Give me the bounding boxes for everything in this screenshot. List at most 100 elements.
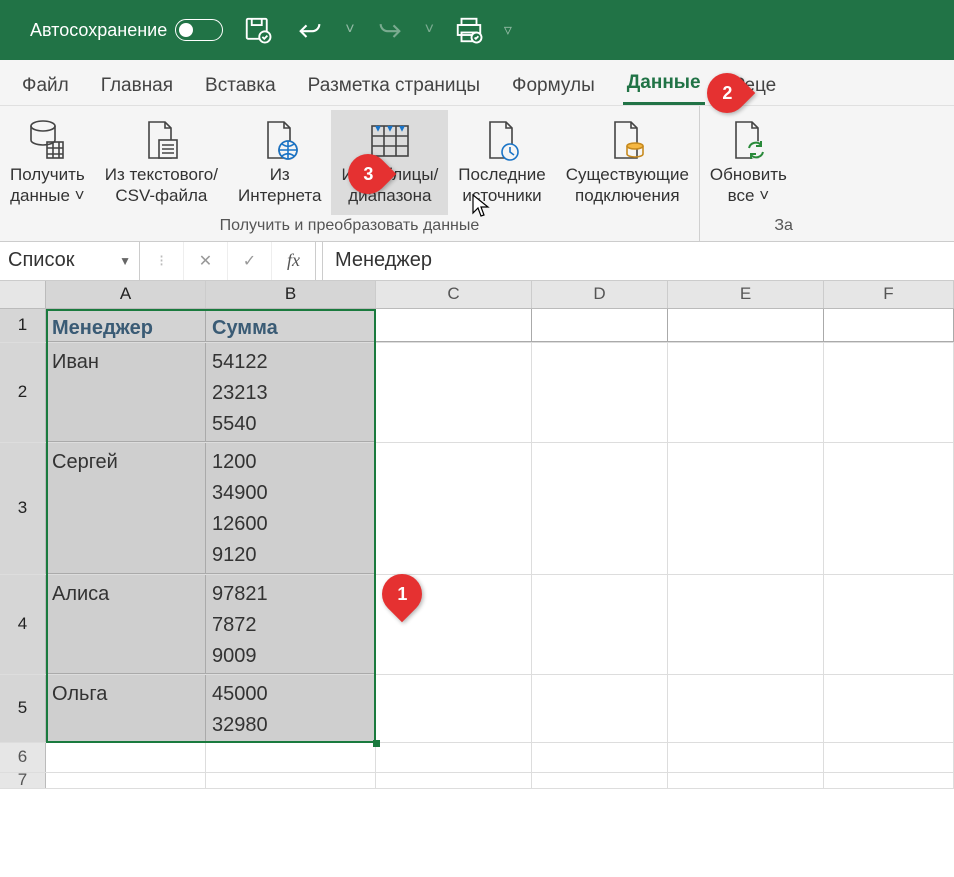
cell[interactable] (824, 309, 954, 342)
cell[interactable] (376, 743, 532, 772)
tab-formulas[interactable]: Формулы (508, 65, 599, 105)
cell[interactable] (668, 443, 824, 574)
database-icon (27, 116, 67, 164)
grid-row: 5Ольга45000 32980 (0, 675, 954, 743)
cell[interactable]: 1200 34900 12600 9120 (206, 443, 376, 574)
ribbon: Получить данные ˅ Из текстового/ CSV-фай… (0, 106, 954, 241)
dropdown-icon[interactable]: ˅ (345, 21, 354, 39)
cell[interactable] (824, 773, 954, 788)
cell[interactable] (668, 743, 824, 772)
cell[interactable] (46, 773, 206, 788)
from-web-button[interactable]: Из Интернета (228, 110, 331, 215)
cell[interactable] (532, 743, 668, 772)
col-header-F[interactable]: F (824, 281, 954, 308)
grid-row: 4Алиса97821 7872 9009 (0, 575, 954, 675)
cell[interactable] (668, 675, 824, 742)
cell[interactable] (824, 343, 954, 442)
cell[interactable]: 45000 32980 (206, 675, 376, 742)
tab-insert[interactable]: Вставка (201, 65, 280, 105)
grid-row: 7 (0, 773, 954, 789)
refresh-icon (728, 116, 768, 164)
row-header[interactable]: 4 (0, 575, 46, 674)
cell[interactable] (668, 309, 824, 342)
cell[interactable]: Ольга (46, 675, 206, 742)
cell[interactable] (668, 575, 824, 674)
cell[interactable]: Менеджер (46, 309, 206, 342)
ribbon-group-label: Получить и преобразовать данные (220, 215, 480, 241)
cell[interactable] (376, 309, 532, 342)
name-box[interactable]: Список ▼ (0, 242, 140, 280)
print-icon[interactable] (452, 13, 486, 47)
selection-handle[interactable] (373, 740, 380, 747)
cell[interactable] (532, 309, 668, 342)
spreadsheet-grid[interactable]: A B C D E F 1МенеджерСумма 2Иван54122 232… (0, 281, 954, 789)
grid-row: 6 (0, 743, 954, 773)
accept-icon[interactable]: ✓ (228, 242, 272, 280)
col-header-B[interactable]: B (206, 281, 376, 308)
cell[interactable]: 97821 7872 9009 (206, 575, 376, 674)
customize-qat-icon[interactable]: ▿ (504, 20, 512, 40)
cell[interactable] (824, 443, 954, 574)
from-text-csv-button[interactable]: Из текстового/ CSV-файла (95, 110, 228, 215)
cell[interactable] (376, 343, 532, 442)
formula-input[interactable]: Менеджер (322, 242, 954, 280)
recent-sources-button[interactable]: Последние источники (448, 110, 555, 215)
autosave-switch-icon[interactable] (175, 19, 223, 41)
col-header-E[interactable]: E (668, 281, 824, 308)
cell[interactable] (824, 743, 954, 772)
get-data-button[interactable]: Получить данные ˅ (0, 110, 95, 215)
cell[interactable] (532, 443, 668, 574)
cell[interactable] (824, 675, 954, 742)
col-header-D[interactable]: D (532, 281, 668, 308)
autosave-toggle[interactable]: Автосохранение (30, 19, 223, 41)
cell[interactable] (46, 743, 206, 772)
col-header-A[interactable]: A (46, 281, 206, 308)
tab-page-layout[interactable]: Разметка страницы (304, 65, 484, 105)
titlebar: Автосохранение ˅ ˅ ▿ (0, 0, 954, 60)
cell[interactable] (532, 773, 668, 788)
cell[interactable]: Сергей (46, 443, 206, 574)
connections-icon (607, 116, 647, 164)
row-header[interactable]: 2 (0, 343, 46, 442)
recent-file-icon (482, 116, 522, 164)
cell[interactable] (668, 343, 824, 442)
cell[interactable]: Алиса (46, 575, 206, 674)
row-header[interactable]: 6 (0, 743, 46, 772)
cell[interactable] (206, 773, 376, 788)
tab-file[interactable]: Файл (18, 65, 73, 105)
col-header-C[interactable]: C (376, 281, 532, 308)
formula-bar: Список ▼ ⁝ ✕ ✓ fx Менеджер (0, 241, 954, 281)
existing-connections-button[interactable]: Существующие подключения (556, 110, 699, 215)
from-table-range-button[interactable]: Из таблицы/ диапазона (331, 110, 448, 215)
row-header[interactable]: 3 (0, 443, 46, 574)
tab-home[interactable]: Главная (97, 65, 177, 105)
row-header[interactable]: 7 (0, 773, 46, 788)
chevron-down-icon[interactable]: ▼ (119, 254, 131, 268)
cell[interactable]: Иван (46, 343, 206, 442)
cell[interactable] (824, 575, 954, 674)
save-icon[interactable] (241, 13, 275, 47)
cell[interactable]: 54122 23213 5540 (206, 343, 376, 442)
cell[interactable] (532, 675, 668, 742)
formula-dropdown[interactable]: ⁝ (140, 242, 184, 280)
row-header[interactable]: 5 (0, 675, 46, 742)
tab-data[interactable]: Данные (623, 62, 705, 105)
cell[interactable]: Сумма (206, 309, 376, 342)
undo-icon[interactable] (293, 13, 327, 47)
fx-icon[interactable]: fx (272, 242, 316, 280)
row-header[interactable]: 1 (0, 309, 46, 342)
cell[interactable] (206, 743, 376, 772)
cell[interactable] (668, 773, 824, 788)
cell[interactable] (376, 675, 532, 742)
column-headers: A B C D E F (0, 281, 954, 309)
cell[interactable] (376, 773, 532, 788)
cell[interactable] (376, 443, 532, 574)
ribbon-group-queries: Обновить все ˅ За (700, 106, 797, 241)
cell[interactable] (532, 343, 668, 442)
cell[interactable] (532, 575, 668, 674)
ribbon-tabs: Файл Главная Вставка Разметка страницы Ф… (0, 60, 954, 106)
web-file-icon (260, 116, 300, 164)
refresh-all-button[interactable]: Обновить все ˅ (700, 110, 797, 215)
select-all-corner[interactable] (0, 281, 46, 308)
cancel-icon[interactable]: ✕ (184, 242, 228, 280)
